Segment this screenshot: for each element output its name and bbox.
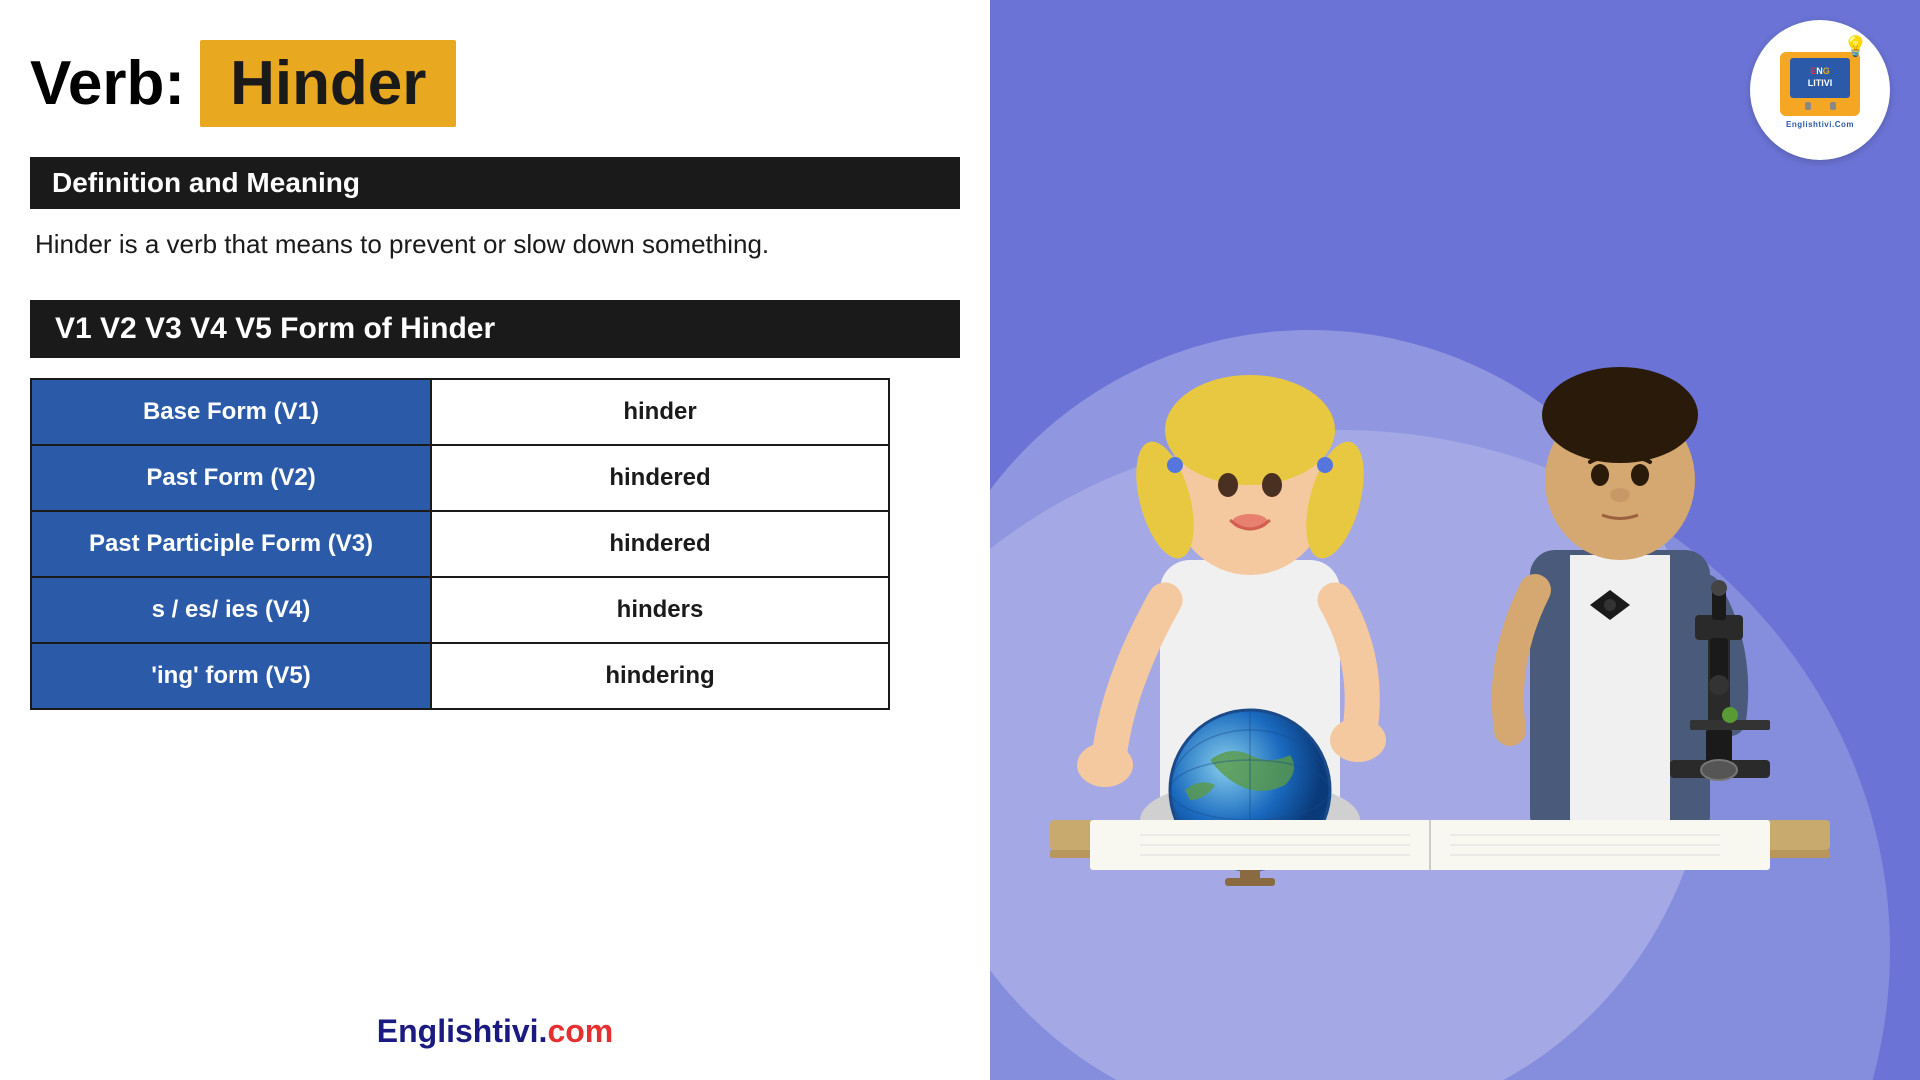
table-row: Base Form (V1) hinder — [31, 379, 889, 445]
table-row: Past Participle Form (V3) hindered — [31, 511, 889, 577]
table-value-cell: hinders — [431, 577, 889, 643]
footer: Englishtivi.com — [30, 993, 960, 1050]
footer-text-red: com — [547, 1013, 613, 1049]
table-value-cell: hinder — [431, 379, 889, 445]
right-panel: 💡 ENG LITIVI — [990, 0, 1920, 1080]
kids-illustration — [990, 0, 1920, 1080]
lightbulb-icon: 💡 — [1843, 34, 1868, 59]
table-value-text: hinder — [623, 398, 696, 425]
table-label-cell: 'ing' form (V5) — [31, 643, 431, 709]
table-value-cell: hindering — [431, 643, 889, 709]
table-value-text: hinders — [617, 596, 704, 623]
table-label-text: Base Form (V1) — [143, 398, 319, 425]
table-value-text: hindered — [609, 464, 710, 491]
table-label-text: Past Form (V2) — [146, 464, 315, 491]
verb-word-highlight: Hinder — [200, 40, 456, 127]
definition-header-text: Definition and Meaning — [52, 167, 360, 198]
verb-forms-header-block: V1 V2 V3 V4 V5 Form of Hinder — [30, 300, 960, 358]
table-label-cell: Base Form (V1) — [31, 379, 431, 445]
table-value-cell: hindered — [431, 511, 889, 577]
tv-icon: ENG LITIVI — [1780, 52, 1860, 116]
footer-text-blue: Englishtivi. — [377, 1013, 548, 1049]
verb-title-area: Verb: Hinder — [30, 40, 960, 127]
definition-header-block: Definition and Meaning — [30, 157, 960, 209]
table-label-cell: Past Form (V2) — [31, 445, 431, 511]
logo-inner: 💡 ENG LITIVI — [1780, 52, 1860, 129]
logo-container: 💡 ENG LITIVI — [1750, 20, 1890, 160]
table-value-cell: hindered — [431, 445, 889, 511]
table-label-cell: Past Participle Form (V3) — [31, 511, 431, 577]
table-label-text: 'ing' form (V5) — [151, 662, 310, 689]
verb-forms-header-text: V1 V2 V3 V4 V5 Form of Hinder — [55, 312, 495, 345]
table-label-text: s / es/ ies (V4) — [152, 596, 311, 623]
table-label-cell: s / es/ ies (V4) — [31, 577, 431, 643]
left-panel: Verb: Hinder Definition and Meaning Hind… — [0, 0, 990, 1080]
logo-text: Englishtivi.Com — [1780, 120, 1860, 129]
verb-forms-table: Base Form (V1) hinder Past Form (V2) hinder… — [30, 378, 890, 710]
table-label-text: Past Participle Form (V3) — [89, 530, 373, 557]
table-row: Past Form (V2) hindered — [31, 445, 889, 511]
table-row: s / es/ ies (V4) hinders — [31, 577, 889, 643]
table-row: 'ing' form (V5) hindering — [31, 643, 889, 709]
definition-text: Hinder is a verb that means to prevent o… — [30, 229, 960, 260]
table-value-text: hindered — [609, 530, 710, 557]
verb-label: Verb: — [30, 48, 185, 119]
table-value-text: hindering — [605, 662, 714, 689]
